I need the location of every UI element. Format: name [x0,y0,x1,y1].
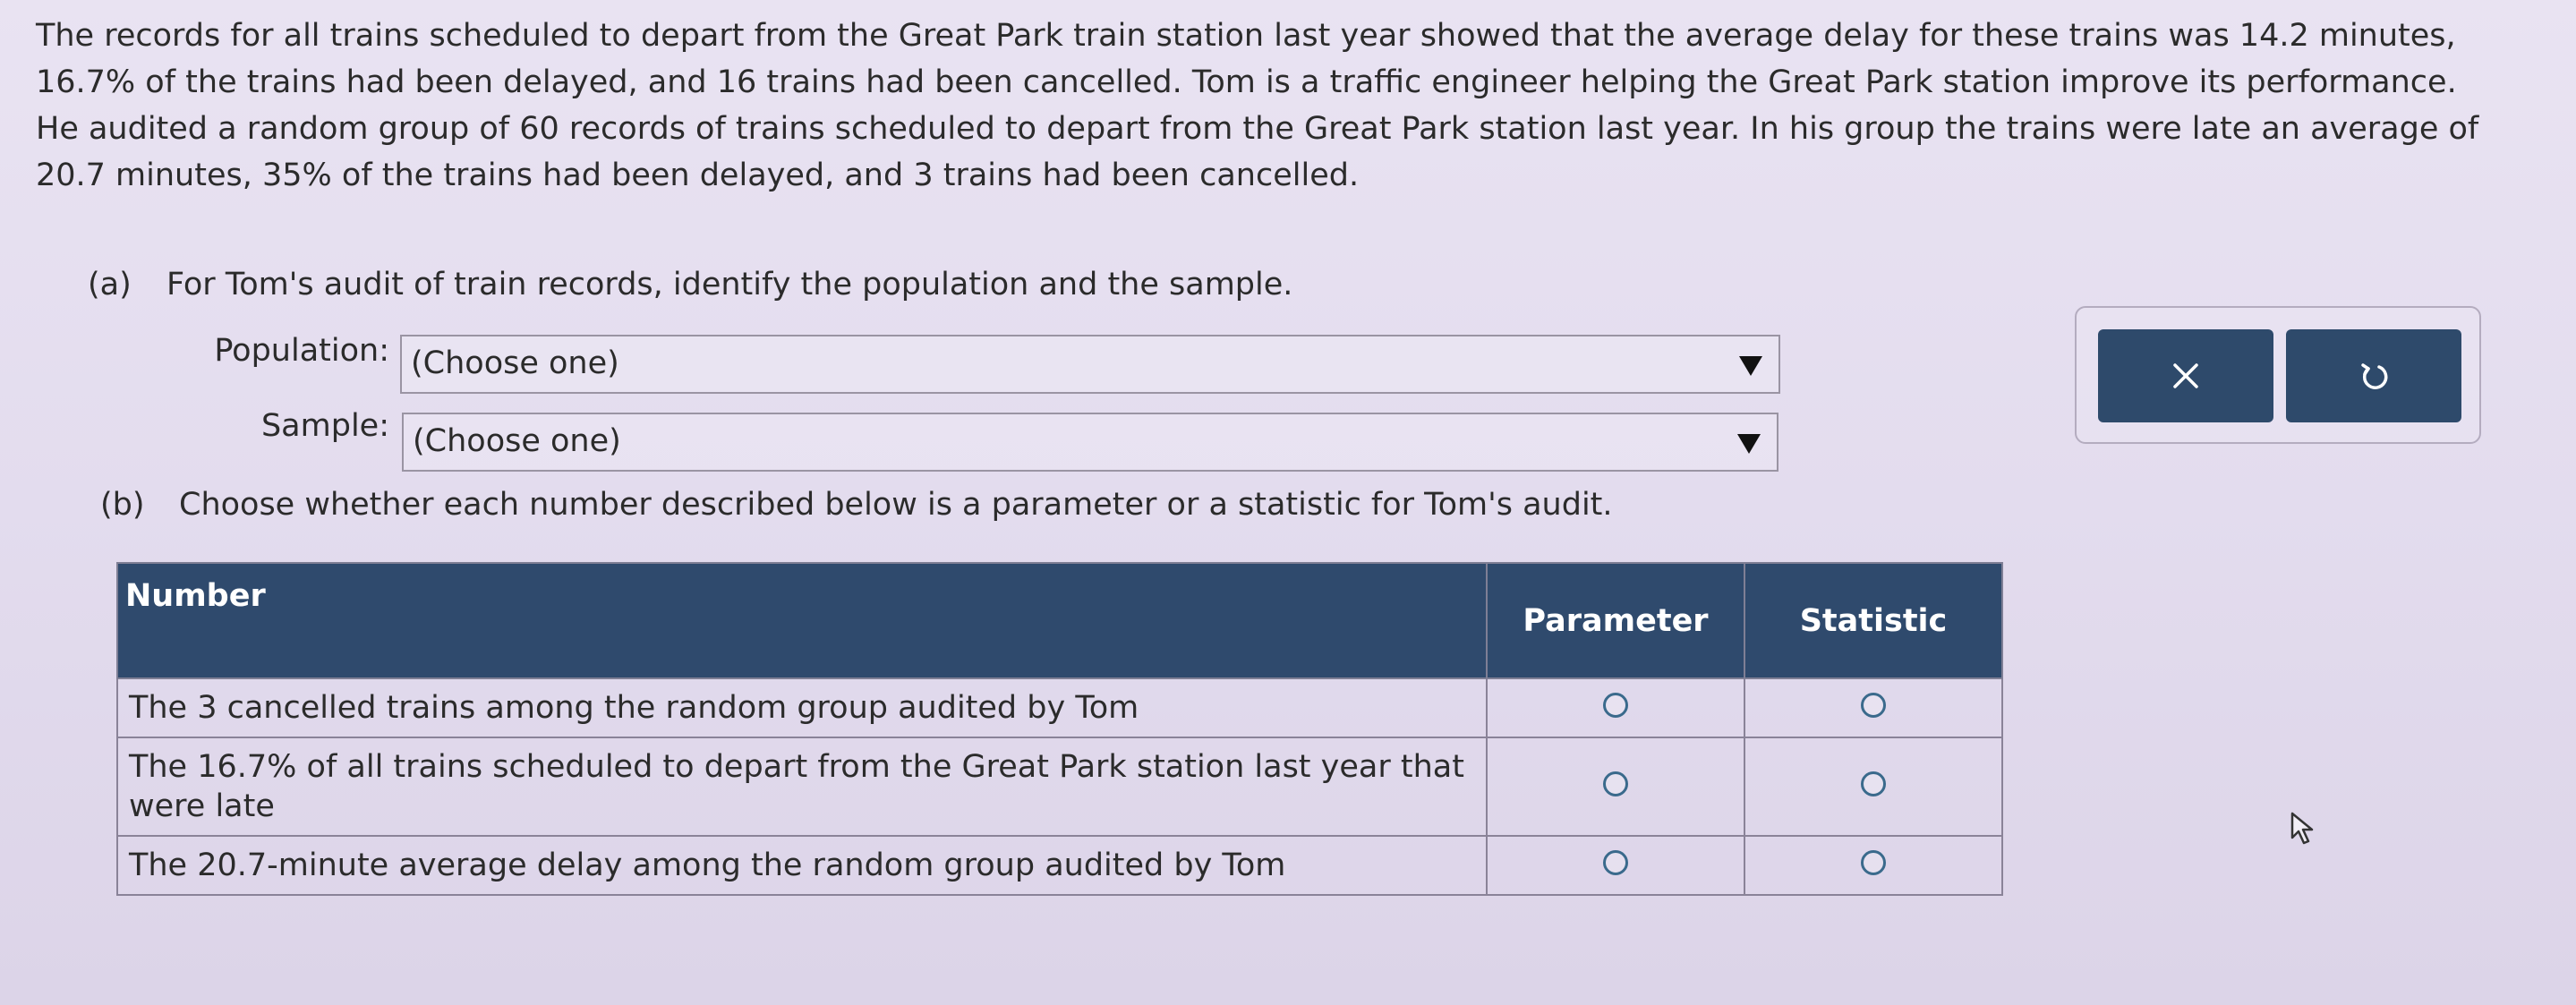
parameter-cell[interactable] [1486,835,1745,896]
statistic-cell[interactable] [1744,677,2003,738]
parameter-radio[interactable] [1603,850,1628,875]
dropdown-arrow-icon [1737,434,1761,454]
population-select-value: (Choose one) [411,345,619,381]
parameter-cell[interactable] [1486,737,1745,837]
mouse-cursor-icon [2290,812,2314,845]
row-description: The 16.7% of all trains scheduled to dep… [116,737,1488,837]
header-number: Number [116,562,1488,679]
table-row: The 20.7-minute average delay among the … [116,835,2003,896]
undo-icon [2361,363,2388,389]
part-a-label: (a) [88,267,132,302]
sample-select[interactable]: (Choose one) [402,413,1778,472]
statistic-radio[interactable] [1861,771,1886,796]
undo-button[interactable] [2286,329,2461,422]
statistic-cell[interactable] [1744,737,2003,837]
sample-select-value: (Choose one) [413,423,621,459]
header-statistic: Statistic [1744,562,2003,679]
dropdown-arrow-icon [1739,356,1762,376]
action-panel [2075,306,2481,444]
table-row: The 16.7% of all trains scheduled to dep… [116,737,2003,837]
sample-label: Sample: [260,408,389,444]
parameter-cell[interactable] [1486,677,1745,738]
part-b-prompt: (b) Choose whether each number described … [100,487,1613,523]
statistic-radio[interactable] [1861,850,1886,875]
problem-statement: The records for all trains scheduled to … [36,18,2479,193]
row-description: The 20.7-minute average delay among the … [116,835,1488,896]
part-a-prompt: (a) For Tom's audit of train records, ide… [88,267,1292,302]
part-b-text: Choose whether each number described bel… [179,487,1613,523]
part-a-text: For Tom's audit of train records, identi… [166,267,1293,302]
x-icon [2173,363,2198,388]
statistic-cell[interactable] [1744,835,2003,896]
parameter-radio[interactable] [1603,771,1628,796]
part-b-label: (b) [100,487,145,523]
population-select[interactable]: (Choose one) [400,335,1780,394]
table-header-row: Number Parameter Statistic [116,562,2003,679]
parameter-statistic-table: Number Parameter Statistic The 3 cancell… [116,562,2003,896]
statistic-radio[interactable] [1861,693,1886,718]
table-row: The 3 cancelled trains among the random … [116,677,2003,738]
parameter-radio[interactable] [1603,693,1628,718]
row-description: The 3 cancelled trains among the random … [116,677,1488,738]
population-label: Population: [214,333,389,369]
clear-button[interactable] [2098,329,2273,422]
header-parameter: Parameter [1486,562,1745,679]
